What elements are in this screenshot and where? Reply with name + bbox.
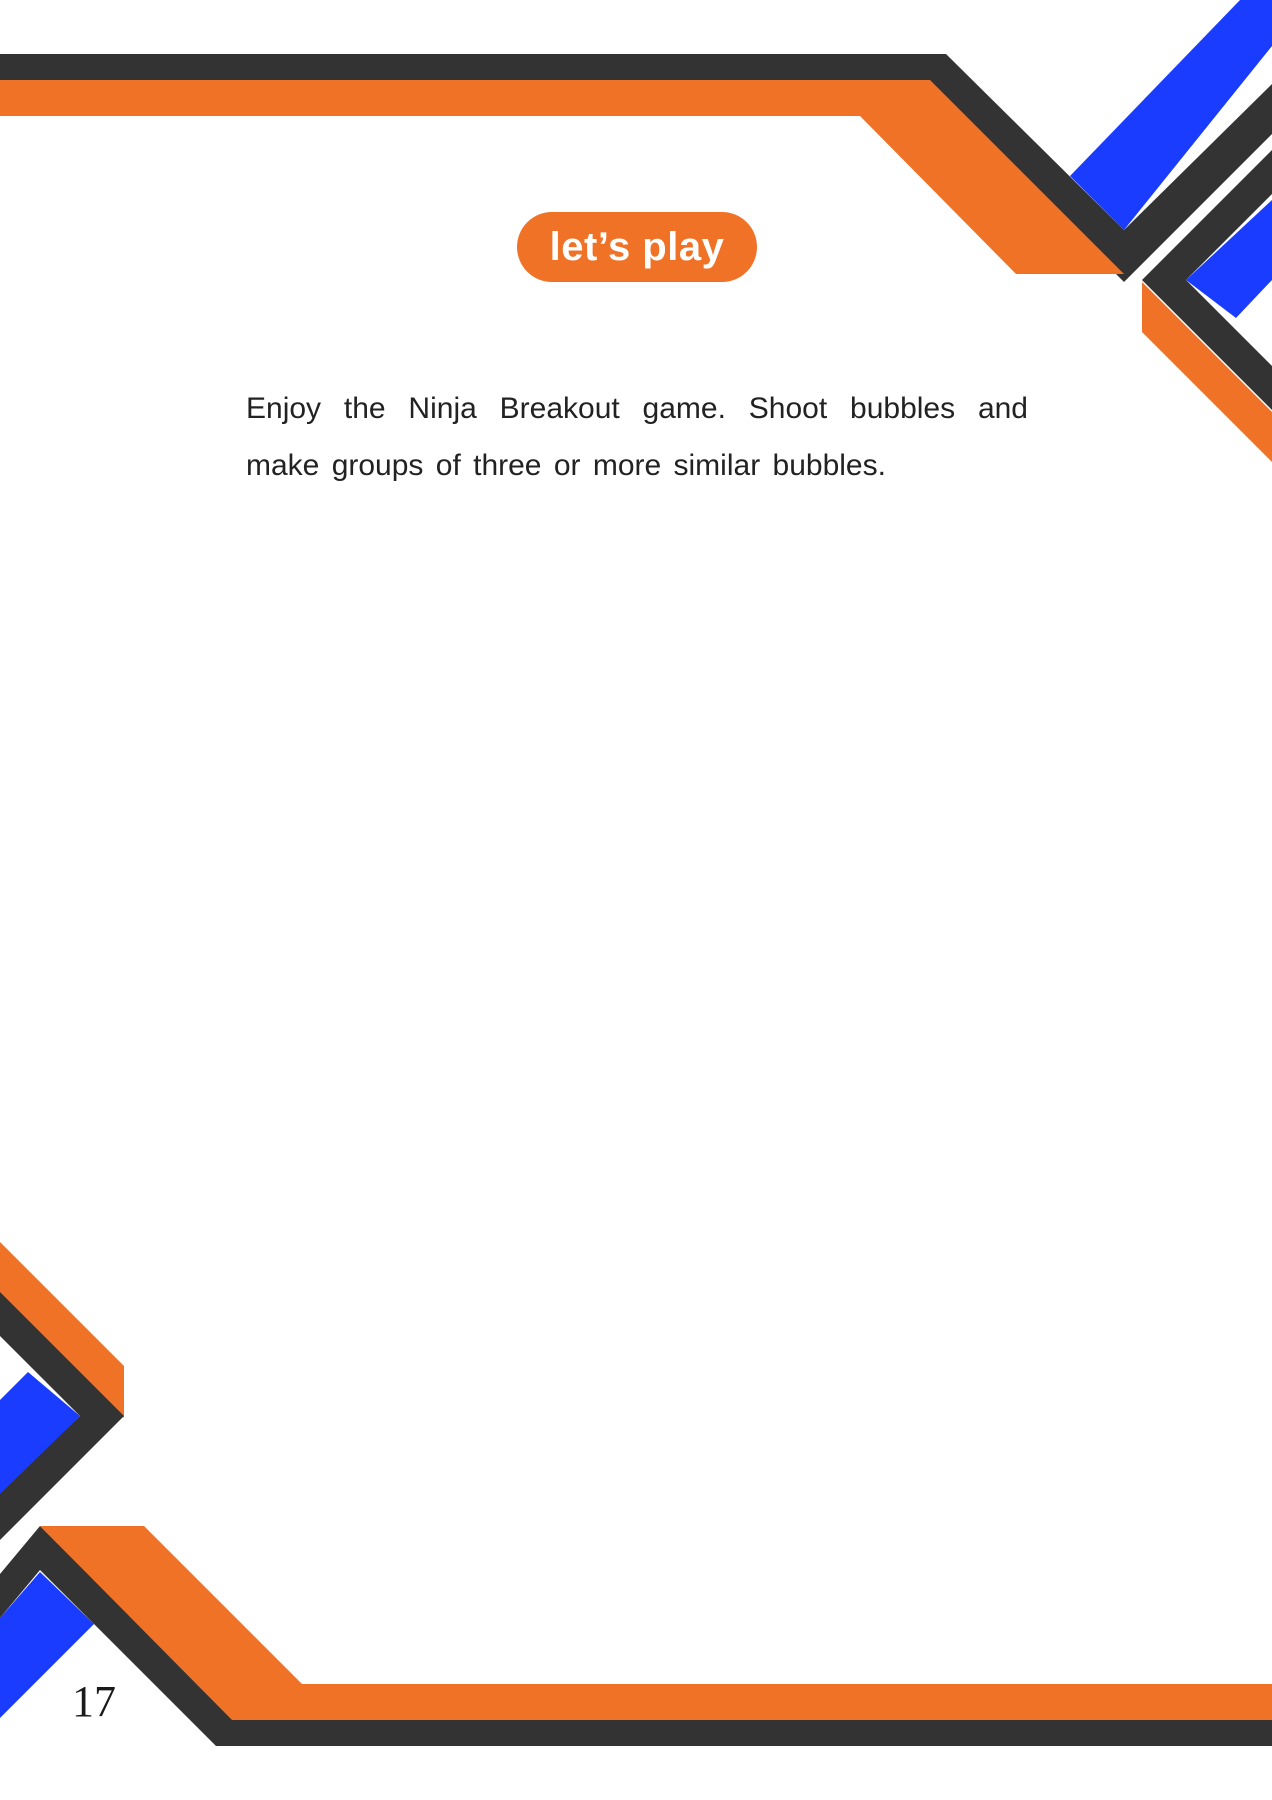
bottom-dark-band bbox=[0, 1526, 1272, 1746]
lets-play-label: let’s play bbox=[549, 225, 725, 269]
top-blue-ribbon bbox=[1070, 0, 1272, 230]
page: let’s play Enjoy the Ninja Breakout game… bbox=[0, 0, 1272, 1800]
right-dark-chevron bbox=[1142, 150, 1272, 410]
left-blue-wedge bbox=[0, 1372, 80, 1494]
left-orange-chevron bbox=[0, 1242, 124, 1418]
right-orange-chevron bbox=[1142, 282, 1272, 462]
page-number: 17 bbox=[72, 1677, 116, 1726]
bottom-orange-band bbox=[40, 1526, 1272, 1720]
game-instructions: Enjoy the Ninja Breakout game. Shoot bub… bbox=[246, 392, 1028, 482]
right-blue-wedge bbox=[1186, 200, 1272, 318]
lets-play-badge: let’s play bbox=[517, 212, 757, 282]
left-dark-chevron bbox=[0, 1292, 124, 1540]
